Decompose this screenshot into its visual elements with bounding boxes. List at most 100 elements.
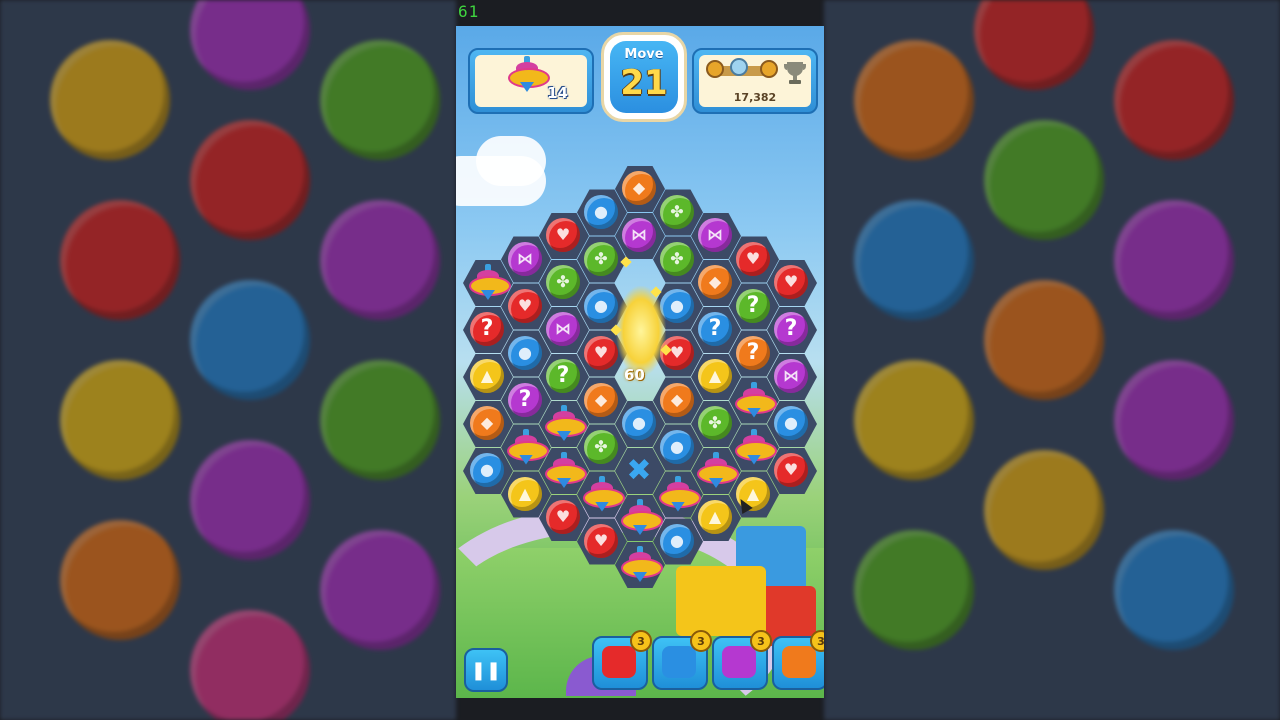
orange-piece[interactable]: ◆ [698,265,732,299]
board-cell[interactable]: ⋈ [615,213,665,259]
blue-piece[interactable]: ● [508,335,542,370]
board-cell[interactable]: ✤ [653,236,703,283]
board-cell[interactable] [501,424,551,471]
board-cell[interactable]: ▲ [501,471,551,518]
board-cell[interactable]: ● [653,424,703,471]
board-cell[interactable]: ? [729,330,779,377]
red-piece[interactable]: ♥ [584,523,618,558]
board-cell[interactable] [729,424,779,471]
board-cell[interactable]: ▲ [691,495,741,541]
green-piece[interactable]: ✤ [584,429,618,464]
blue-piece[interactable]: ● [584,194,618,229]
purple-piece[interactable]: ⋈ [622,218,656,252]
board-cell[interactable]: ✖ [615,448,665,494]
red-piece[interactable]: ♥ [508,288,542,323]
board-cell[interactable] [691,448,741,494]
board-cell[interactable]: ✤ [691,401,741,447]
yellow-piece[interactable]: ▲ [698,500,732,534]
board-cell[interactable]: ♥ [729,236,779,283]
green-piece[interactable]: ✤ [584,241,618,276]
game-viewport[interactable]: 14 Move 21 17,382 ◆ ● ✤ ♥ ⋈ ⋈ ⋈ ✤ ✤ ♥ ✤ ◆ ♥ ♥ ● ●?? ⋈?? ●… [456,26,824,698]
green-mystery-piece[interactable]: ? [736,288,770,323]
blue-piece[interactable]: ● [774,406,808,440]
purple-piece[interactable]: ⋈ [546,312,580,346]
board-cell[interactable]: ⋈ [501,236,551,283]
spinning-top-piece[interactable] [659,475,701,512]
red-piece[interactable]: ♥ [546,218,580,252]
yellow-piece[interactable]: ▲ [470,359,504,393]
green-piece[interactable]: ✤ [698,406,732,440]
green-piece[interactable]: ✤ [660,241,694,276]
blue-piece[interactable]: ● [660,429,694,464]
board-cell[interactable]: ? [767,307,817,353]
boxing-glove-booster-button[interactable]: 3 [592,630,652,690]
spinning-top-piece[interactable] [735,381,777,418]
spinning-top-piece[interactable] [583,475,625,512]
board-cell[interactable]: ◆ [577,377,627,424]
board-cell[interactable] [463,260,513,306]
board-cell[interactable] [729,377,779,424]
board-cell[interactable]: ◆ [615,166,665,212]
board-cell[interactable]: ? [463,307,513,353]
orange-piece[interactable]: ◆ [584,382,618,417]
blue-mystery-piece[interactable]: ? [698,312,732,346]
board-cell[interactable] [615,495,665,541]
red-piece[interactable]: ♥ [774,265,808,299]
board-cell[interactable] [577,471,627,518]
red-piece[interactable]: ♥ [774,453,808,487]
board-cell[interactable] [615,542,665,588]
board-cell[interactable]: ♥ [539,213,589,259]
purple-piece[interactable]: ⋈ [774,359,808,393]
board-cell[interactable]: ⋈ [767,354,817,400]
board-cell[interactable]: ♥ [501,283,551,330]
pause-button[interactable]: ❚❚ [464,648,508,692]
spinning-top-piece[interactable] [735,428,777,465]
board-cell[interactable] [539,401,589,447]
board-cell[interactable]: ? [539,354,589,400]
bow-ribbon-booster-button[interactable]: 3 [712,630,772,690]
board-cell[interactable]: ? [691,307,741,353]
orange-piece[interactable]: ◆ [470,406,504,440]
board-cell[interactable]: ♥ [767,448,817,494]
spinning-top-piece[interactable] [621,499,663,535]
board-cell[interactable] [653,471,703,518]
red-piece[interactable]: ♥ [584,335,618,370]
board-cell[interactable]: ⋈ [691,213,741,259]
green-mystery-piece[interactable]: ? [546,359,580,393]
blue-piece[interactable]: ● [470,453,504,487]
board-cell[interactable]: ● [501,330,551,377]
board-cell[interactable]: ◆ [653,377,703,424]
blue-piece[interactable]: ● [622,406,656,440]
blue-piece[interactable]: ● [584,288,618,323]
horn-booster-button[interactable]: 3 [772,630,824,690]
board-cell[interactable]: ✤ [653,189,703,236]
spinning-top-piece[interactable] [697,452,739,488]
green-piece[interactable]: ✤ [546,265,580,299]
board-cell[interactable]: ● [653,518,703,565]
hammer-booster-button[interactable]: 3 [652,630,712,690]
board-cell[interactable]: ● [615,401,665,447]
board-cell[interactable]: ◆ [463,401,513,447]
board-cell[interactable]: ⋈ [539,307,589,353]
board-cell[interactable]: ♥ [767,260,817,306]
board-cell[interactable]: ♥ [539,495,589,541]
purple-mystery-piece[interactable]: ? [508,382,542,417]
spinning-top-piece[interactable] [621,546,663,582]
spinning-top-piece[interactable] [507,428,549,465]
board-cell[interactable]: ♥ [577,518,627,565]
spinning-top-piece[interactable] [545,405,587,441]
board-cell[interactable]: ◆ [691,260,741,306]
board-cell[interactable]: ● [577,189,627,236]
board-cell[interactable]: ▲ [691,354,741,400]
board-cell[interactable]: ▲ [463,354,513,400]
board-cell[interactable]: ● [463,448,513,494]
orange-mystery-piece[interactable]: ? [736,335,770,370]
purple-piece[interactable]: ⋈ [698,218,732,252]
board-cell[interactable]: ● [767,401,817,447]
board-cell[interactable]: ✤ [539,260,589,306]
orange-piece[interactable]: ◆ [622,171,656,205]
purple-piece[interactable]: ⋈ [508,241,542,276]
cross-bomb-piece[interactable]: ✖ [622,453,656,488]
green-piece[interactable]: ✤ [660,194,694,229]
blue-piece[interactable]: ● [660,523,694,558]
